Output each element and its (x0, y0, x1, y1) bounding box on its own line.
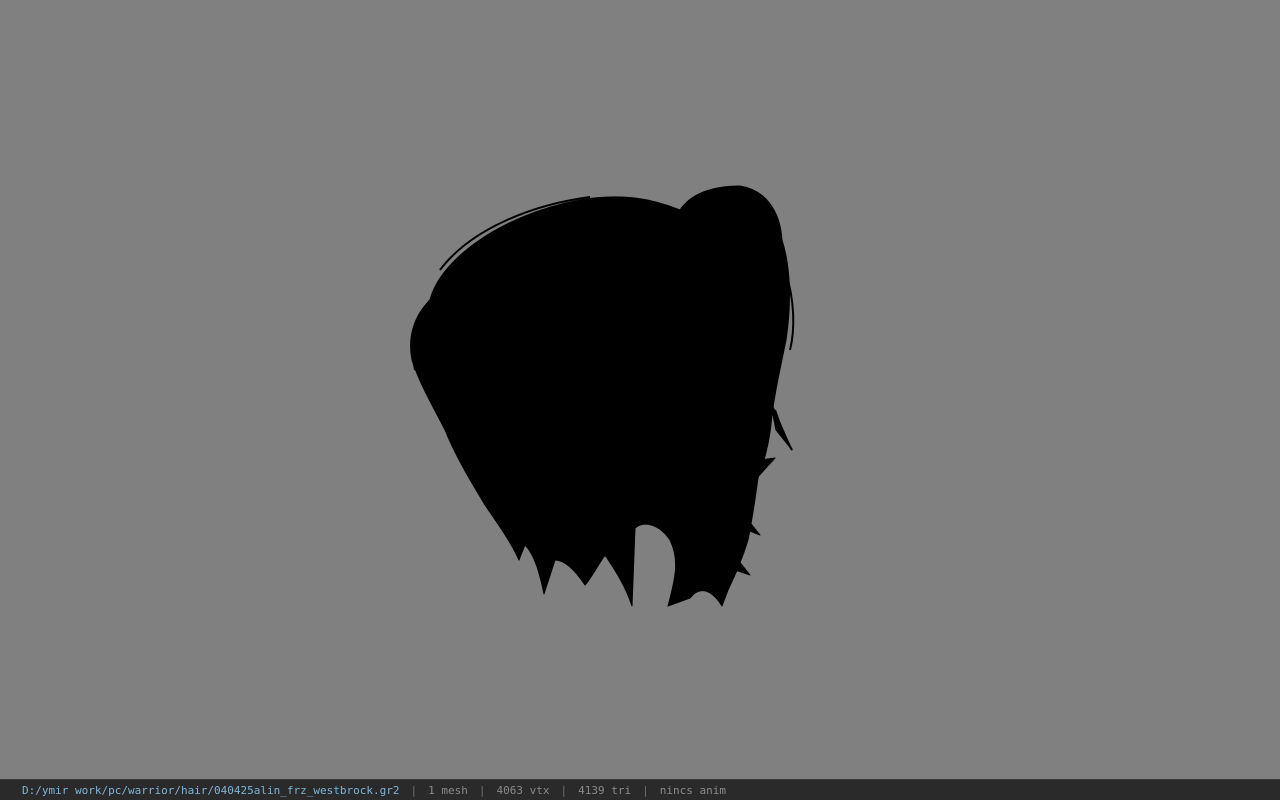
status-separator: | (642, 783, 649, 797)
file-path: D:/ymir work/pc/warrior/hair/040425alin_… (22, 783, 400, 797)
hair-model-render (410, 185, 795, 607)
triangle-count: 4139 tri (578, 783, 632, 797)
status-separator: | (478, 783, 486, 797)
status-bar: D:/ymir work/pc/warrior/hair/040425alin_… (0, 779, 1280, 800)
3d-viewport[interactable] (0, 0, 1280, 779)
animation-status: nincs anim (659, 783, 726, 797)
status-separator: | (410, 783, 418, 797)
mesh-count: 1 mesh (428, 783, 468, 797)
vertex-count: 4063 vtx (496, 783, 550, 797)
status-separator: | (560, 783, 568, 797)
